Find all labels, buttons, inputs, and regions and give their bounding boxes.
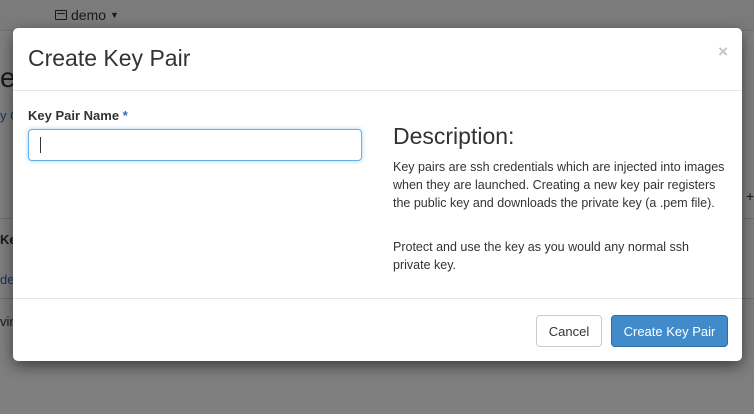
description-title: Description: bbox=[393, 123, 515, 149]
modal-header: Create Key Pair × bbox=[13, 28, 742, 91]
create-key-pair-dialog: Create Key Pair × Key Pair Name * Descri… bbox=[13, 28, 742, 361]
key-pair-name-label-text: Key Pair Name bbox=[28, 108, 120, 123]
create-key-pair-button[interactable]: Create Key Pair bbox=[611, 315, 728, 347]
key-pair-name-input[interactable] bbox=[28, 129, 362, 161]
text-cursor bbox=[40, 137, 41, 153]
description-paragraph: Protect and use the key as you would any… bbox=[393, 240, 689, 272]
key-pair-name-label: Key Pair Name * bbox=[28, 108, 128, 123]
required-asterisk: * bbox=[122, 108, 128, 123]
description-paragraph: Key pairs are ssh credentials which are … bbox=[393, 160, 725, 210]
cancel-button[interactable]: Cancel bbox=[536, 315, 602, 347]
close-icon[interactable]: × bbox=[718, 43, 728, 60]
modal-title: Create Key Pair bbox=[28, 45, 191, 71]
